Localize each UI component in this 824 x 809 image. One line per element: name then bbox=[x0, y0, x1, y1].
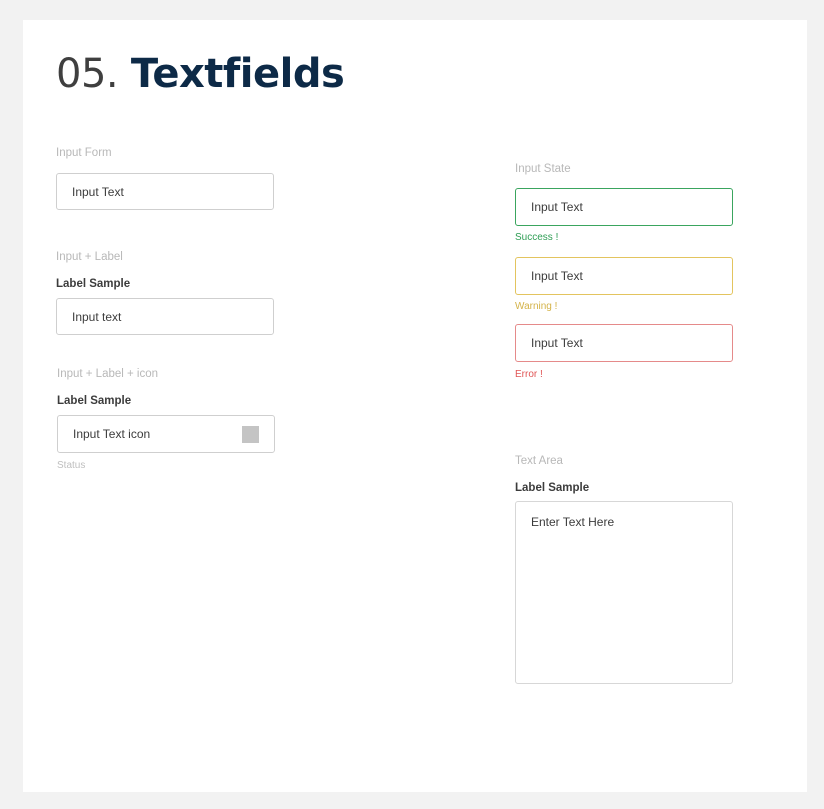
section-label-text-area: Text Area bbox=[515, 455, 563, 467]
section-label-input-label-icon: Input + Label + icon bbox=[57, 368, 159, 380]
error-message: Error ! bbox=[515, 369, 543, 380]
input-form-field[interactable]: Input Text bbox=[56, 173, 274, 210]
input-form-value: Input Text bbox=[72, 184, 124, 199]
text-area-placeholder: Enter Text Here bbox=[531, 515, 615, 529]
warning-input-value: Input Text bbox=[531, 269, 583, 283]
page-title: 05. Textfields bbox=[56, 51, 345, 97]
icon-input-field[interactable]: Input Text icon bbox=[57, 415, 275, 453]
warning-input-field[interactable]: Input Text bbox=[515, 257, 733, 295]
icon-input-value: Input Text icon bbox=[73, 427, 151, 441]
labeled-input-value: Input text bbox=[72, 309, 122, 324]
error-input-field[interactable]: Input Text bbox=[515, 324, 733, 362]
section-label-input-form: Input Form bbox=[56, 147, 112, 159]
success-message: Success ! bbox=[515, 232, 559, 243]
status-text: Status bbox=[57, 460, 86, 471]
title-text: Textfields bbox=[130, 51, 345, 97]
section-label-input-label: Input + Label bbox=[56, 251, 123, 263]
section-label-input-state: Input State bbox=[515, 163, 571, 175]
field-label: Label Sample bbox=[56, 278, 131, 290]
error-input-value: Input Text bbox=[531, 336, 583, 350]
field-label: Label Sample bbox=[57, 395, 132, 407]
placeholder-square-icon[interactable] bbox=[242, 426, 259, 443]
field-label: Label Sample bbox=[515, 482, 590, 494]
text-area-field[interactable]: Enter Text Here bbox=[515, 501, 733, 684]
warning-message: Warning ! bbox=[515, 301, 558, 312]
success-input-field[interactable]: Input Text bbox=[515, 188, 733, 226]
labeled-input-field[interactable]: Input text bbox=[56, 298, 274, 335]
title-number: 05. bbox=[56, 51, 119, 97]
success-input-value: Input Text bbox=[531, 200, 583, 214]
